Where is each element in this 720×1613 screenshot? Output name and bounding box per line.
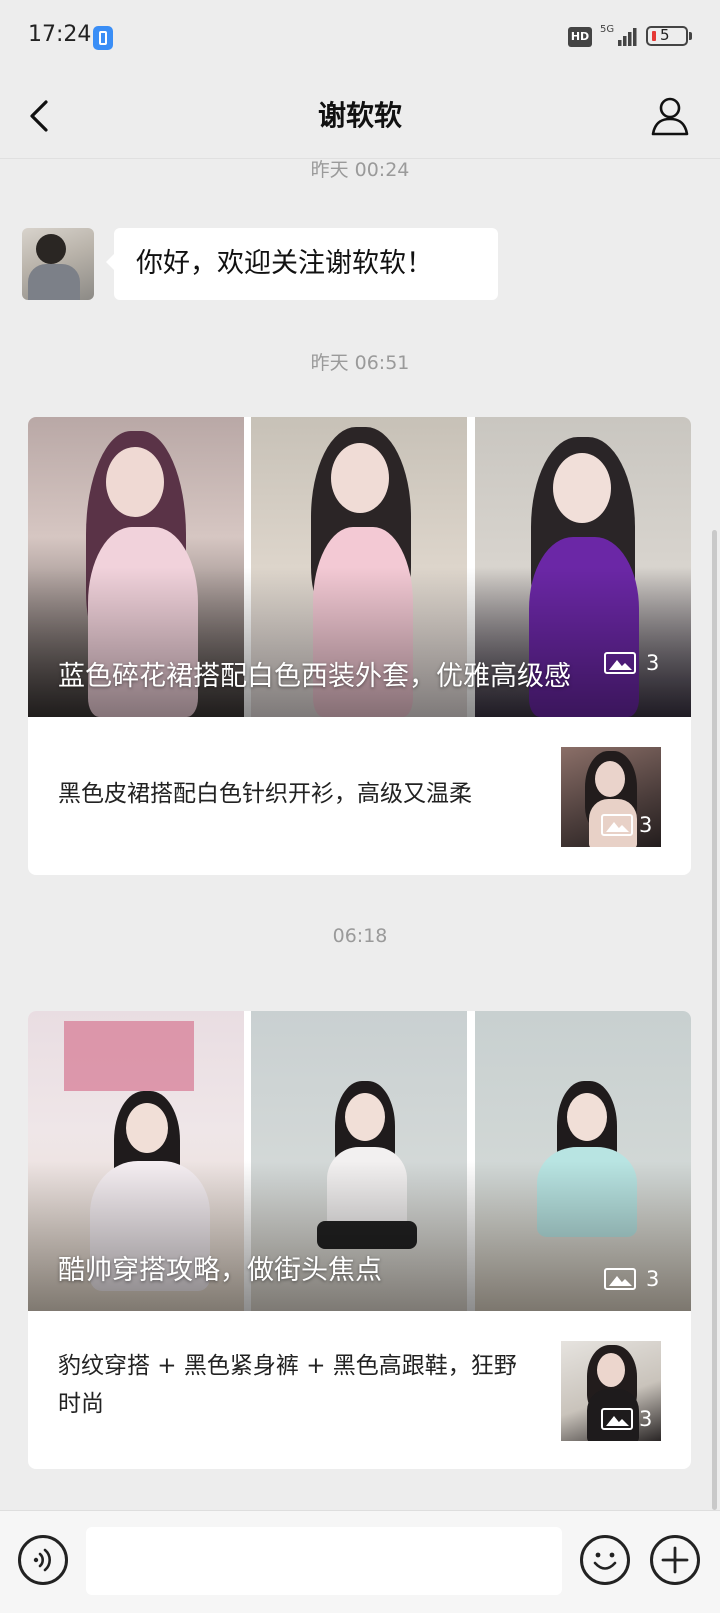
article-card[interactable]: 蓝色碎花裙搭配白色西装外套，优雅高级感 3 黑色皮裙搭配白色针织开衫，高级又温柔… [28,417,691,875]
emoji-button[interactable] [580,1535,630,1585]
article-sub-thumbnail: 3 [561,747,661,847]
page-title: 谢软软 [317,99,402,132]
avatar-body [28,264,80,300]
image-icon [604,1268,636,1290]
plus-button[interactable] [650,1535,700,1585]
plus-icon [661,1546,689,1574]
sub-image-count: 3 [601,813,652,837]
message-input[interactable] [86,1527,562,1595]
article-sub-thumbnail: 3 [561,1341,661,1441]
app-notification-icon [93,26,113,50]
image-icon [601,814,633,836]
signal-icon: 5G [600,24,637,46]
article-sub-title: 豹纹穿搭 + 黑色紧身裤 + 黑色高跟鞋，狂野时尚 [58,1353,517,1417]
message-timestamp: 昨天 00:24 [310,159,410,181]
network-type: 5G [600,24,614,35]
input-bar [0,1510,720,1613]
image-icon [601,1408,633,1430]
battery-level: 5 [660,26,670,44]
article-cover[interactable]: 酷帅穿搭攻略，做街头焦点 3 [28,1011,691,1311]
cover-image-count: 3 [604,651,659,675]
sub-image-count-value: 3 [639,1407,653,1431]
battery-icon: 5 [646,26,688,46]
avatar[interactable] [22,228,94,300]
battery-tip [689,32,692,40]
cover-image-count: 3 [604,1267,659,1291]
message-timestamp: 昨天 06:51 [310,352,410,374]
cover-image-count-value: 3 [646,1267,660,1291]
article-sub-item[interactable]: 黑色皮裙搭配白色针织开衫，高级又温柔 3 [28,717,691,875]
article-sub-item[interactable]: 豹纹穿搭 + 黑色紧身裤 + 黑色高跟鞋，狂野时尚 3 [28,1311,691,1469]
hd-badge: HD [568,27,592,47]
person-icon[interactable] [648,94,692,138]
sub-image-count: 3 [601,1407,652,1431]
message-timestamp: 06:18 [332,925,388,947]
cover-image-count-value: 3 [646,651,660,675]
article-cover[interactable]: 蓝色碎花裙搭配白色西装外套，优雅高级感 3 [28,417,691,717]
nav-bar: 谢软软 [0,76,720,159]
status-time: 17:24 [28,22,92,47]
voice-button[interactable] [18,1535,68,1585]
article-card[interactable]: 酷帅穿搭攻略，做街头焦点 3 豹纹穿搭 + 黑色紧身裤 + 黑色高跟鞋，狂野时尚… [28,1011,691,1469]
article-cover-title: 蓝色碎花裙搭配白色西装外套，优雅高级感 [58,661,571,692]
message-bubble[interactable]: 你好，欢迎关注谢软软！ [106,228,498,300]
scrollbar[interactable] [712,530,717,1510]
status-bar: 17:24 HD 5G 5 [0,0,720,76]
sub-image-count-value: 3 [639,813,653,837]
voice-icon [33,1548,51,1572]
emoji-icon [593,1552,617,1570]
image-icon [604,652,636,674]
article-sub-title: 黑色皮裙搭配白色针织开衫，高级又温柔 [58,781,472,807]
battery-fill [652,31,656,41]
chevron-left-icon[interactable] [22,96,62,136]
article-cover-title: 酷帅穿搭攻略，做街头焦点 [58,1255,382,1286]
avatar-hair [36,234,66,264]
